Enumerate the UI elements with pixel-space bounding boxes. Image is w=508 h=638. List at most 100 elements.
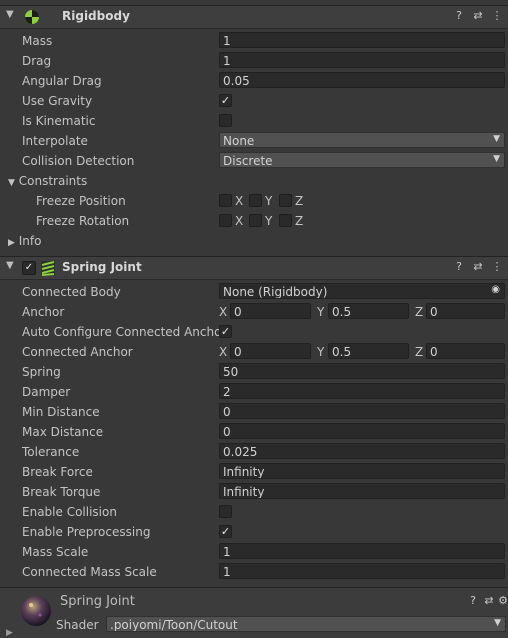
min-distance-field[interactable]: 0 [219,403,505,419]
shader-dropdown[interactable]: .poiyomi/Toon/Cutout ▼ [106,616,506,632]
spring-joint-enable-checkbox[interactable]: ✓ [22,261,36,275]
enable-preprocessing-row: Enable Preprocessing ✓ [0,522,508,542]
anchor-y-field[interactable]: 0.5 [328,303,409,319]
spring-field[interactable]: 50 [219,363,505,379]
presets-icon[interactable]: ⇄ [471,9,485,23]
presets-icon[interactable]: ⇄ [482,594,496,608]
fold-arrow-icon: ▼ [8,178,15,188]
enable-collision-row: Enable Collision [0,502,508,522]
interpolate-value: None [223,134,255,148]
kebab-menu-icon[interactable]: ⋮ [490,260,504,274]
break-force-field[interactable]: Infinity [219,463,505,479]
connected-mass-scale-field[interactable]: 1 [219,563,505,579]
enable-collision-checkbox[interactable] [219,505,232,518]
axis-y-label: Y [317,345,325,359]
info-row[interactable]: ▶ Info [0,231,508,251]
axis-y-label: Y [317,305,325,319]
mass-scale-label: Mass Scale [22,545,89,559]
freeze-position-y-checkbox[interactable] [249,194,262,207]
angular-drag-field[interactable]: 0.05 [219,72,505,88]
anchor-z-field[interactable]: 0 [426,303,505,319]
axis-x-label: X [219,345,228,359]
break-force-row: Break Force Infinity [0,462,508,482]
fold-arrow-icon[interactable]: ▼ [6,260,14,271]
interpolate-row: Interpolate None ▼ [0,131,508,151]
material-title: Spring Joint [60,594,135,609]
use-gravity-row: Use Gravity ✓ [0,91,508,111]
min-distance-row: Min Distance 0 [0,402,508,422]
info-foldout[interactable]: ▶ Info [8,234,41,248]
connected-anchor-y-field[interactable]: 0.5 [328,343,409,359]
chevron-down-icon: ▼ [493,154,500,164]
auto-configure-label: Auto Configure Connected Anchor [22,325,227,339]
help-icon[interactable]: ? [452,9,466,23]
freeze-rotation-x-checkbox[interactable] [219,214,232,227]
mass-scale-row: Mass Scale 1 [0,542,508,562]
spring-row: Spring 50 [0,362,508,382]
angular-drag-label: Angular Drag [22,74,102,88]
connected-body-row: Connected Body None (Rigidbody) ◉ [0,282,508,302]
connected-body-label: Connected Body [22,285,121,299]
axis-z-label: Z [295,194,304,208]
fold-arrow-icon[interactable]: ▼ [6,9,14,20]
component-title: Rigidbody [62,9,130,23]
spring-joint-header[interactable]: ▼ ✓ Spring Joint ? ⇄ ⋮ [0,256,508,280]
break-torque-field[interactable]: Infinity [219,483,505,499]
interpolate-dropdown[interactable]: None ▼ [219,132,505,148]
constraints-foldout[interactable]: ▼ Constraints [8,174,87,188]
object-picker-icon[interactable]: ◉ [491,284,500,295]
rigidbody-header[interactable]: ▼ Rigidbody ? ⇄ ⋮ [0,5,508,29]
auto-configure-row: Auto Configure Connected Anchor ✓ [0,322,508,342]
collision-detection-row: Collision Detection Discrete ▼ [0,151,508,171]
help-icon[interactable]: ? [452,260,466,274]
enable-preprocessing-checkbox[interactable]: ✓ [219,525,232,538]
interpolate-label: Interpolate [22,134,88,148]
presets-icon[interactable]: ⇄ [471,260,485,274]
connected-anchor-z-field[interactable]: 0 [426,343,505,359]
enable-collision-label: Enable Collision [22,505,117,519]
axis-x-label: X [235,214,244,228]
anchor-x-field[interactable]: 0 [230,303,311,319]
break-torque-label: Break Torque [22,485,101,499]
mass-scale-field[interactable]: 1 [219,543,505,559]
max-distance-field[interactable]: 0 [219,423,505,439]
collision-detection-value: Discrete [223,154,273,168]
damper-row: Damper 2 [0,382,508,402]
anchor-row: Anchor X 0 Y 0.5 Z 0 [0,302,508,322]
use-gravity-label: Use Gravity [22,94,93,108]
connected-mass-scale-row: Connected Mass Scale 1 [0,562,508,582]
drag-label: Drag [22,54,52,68]
drag-field[interactable]: 1 [219,52,505,68]
info-label: Info [18,234,42,248]
constraints-row[interactable]: ▼ Constraints [0,171,508,191]
connected-body-field[interactable]: None (Rigidbody) ◉ [219,283,505,299]
axis-x-label: X [219,305,228,319]
tolerance-field[interactable]: 0.025 [219,443,505,459]
freeze-position-z-checkbox[interactable] [279,194,292,207]
damper-field[interactable]: 2 [219,383,505,399]
freeze-rotation-z-checkbox[interactable] [279,214,292,227]
check-icon: ✓ [220,325,231,338]
is-kinematic-row: Is Kinematic [0,111,508,131]
mass-row: Mass 1 [0,31,508,51]
kebab-menu-icon[interactable]: ⋮ [490,9,504,23]
break-torque-row: Break Torque Infinity [0,482,508,502]
angular-drag-row: Angular Drag 0.05 [0,71,508,91]
connected-anchor-x-field[interactable]: 0 [230,343,311,359]
chevron-down-icon: ▼ [493,134,500,144]
is-kinematic-checkbox[interactable] [219,114,232,127]
mass-field[interactable]: 1 [219,32,505,48]
tolerance-row: Tolerance 0.025 [0,442,508,462]
freeze-rotation-y-checkbox[interactable] [249,214,262,227]
connected-anchor-row: Connected Anchor X 0 Y 0.5 Z 0 [0,342,508,362]
auto-configure-checkbox[interactable]: ✓ [219,325,232,338]
freeze-position-x-checkbox[interactable] [219,194,232,207]
is-kinematic-label: Is Kinematic [22,114,96,128]
help-icon[interactable]: ? [466,594,480,608]
collision-detection-label: Collision Detection [22,154,135,168]
collision-detection-dropdown[interactable]: Discrete ▼ [219,152,505,168]
spring-joint-icon [41,261,55,276]
use-gravity-checkbox[interactable]: ✓ [219,94,232,107]
max-distance-row: Max Distance 0 [0,422,508,442]
gear-icon[interactable]: ⚙ [496,594,508,608]
